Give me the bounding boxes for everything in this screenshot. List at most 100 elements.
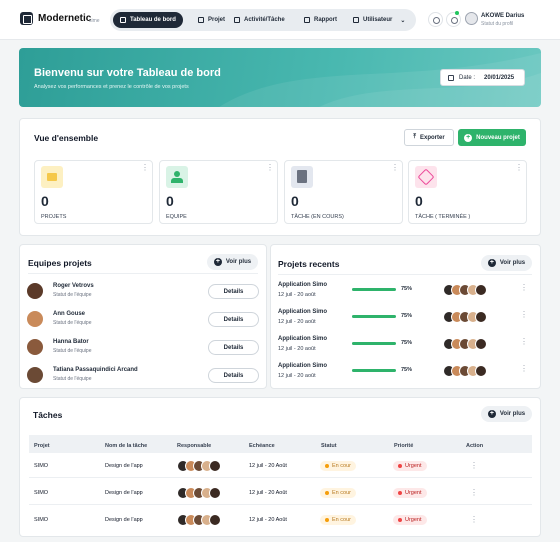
more-options-icon[interactable]	[515, 163, 523, 174]
brand-subtitle: sime	[89, 18, 100, 24]
task-icon	[234, 17, 240, 23]
report-icon	[304, 17, 310, 23]
more-options-icon[interactable]	[520, 364, 528, 375]
logo-icon	[20, 12, 33, 25]
avatar-stack	[443, 365, 489, 377]
details-button[interactable]: Details	[208, 368, 259, 383]
status-dot	[325, 491, 329, 495]
priority-dot	[398, 464, 402, 468]
more-options-icon[interactable]	[470, 515, 478, 526]
progress-percent: 75%	[401, 286, 413, 292]
task-name: Design de l'app	[105, 463, 143, 469]
avatar	[27, 367, 43, 383]
stat-card-tasks-done: 0 TÂCHE ( TERMINÉE )	[408, 160, 527, 224]
new-project-button[interactable]: + Nouveau projet	[458, 129, 526, 146]
project-name: Application Simo	[278, 282, 328, 288]
nav-users[interactable]: Utilisateur ⌄	[346, 12, 412, 28]
plus-icon: +	[487, 259, 496, 267]
details-button[interactable]: Details	[208, 284, 259, 299]
chevron-down-icon: ⌄	[400, 17, 406, 24]
main-nav: Tableau de bord Projet Activité/Tâche Ra…	[110, 9, 416, 31]
member-name: Ann Gouse	[53, 311, 86, 317]
priority-badge: Urgent	[393, 515, 427, 525]
stat-label: TÂCHE ( TERMINÉE )	[415, 214, 471, 220]
avatar	[27, 339, 43, 355]
progress-bar	[352, 288, 396, 291]
priority-badge: Urgent	[393, 461, 427, 471]
divider	[28, 273, 258, 274]
avatar	[475, 338, 487, 350]
page-title: Bienvenu sur votre Tableau de bord	[34, 67, 221, 79]
teams-see-more-button[interactable]: + Voir plus	[207, 254, 258, 270]
avatar-stack	[443, 338, 489, 350]
user-status: Statut du profil	[481, 21, 514, 27]
date-picker[interactable]: Date : 20/01/2025	[440, 69, 525, 86]
stat-value: 0	[41, 193, 49, 209]
stat-card-team: 0 EQUIPE	[159, 160, 278, 224]
column-header: Projet	[34, 443, 50, 449]
folder-icon	[41, 166, 63, 188]
more-options-icon[interactable]	[520, 337, 528, 348]
more-options-icon[interactable]	[391, 163, 399, 174]
column-header: Statut	[321, 443, 337, 449]
project-dates: 12 juil - 20 août	[278, 346, 316, 352]
status-badge: En cour	[320, 515, 356, 525]
priority-dot	[398, 491, 402, 495]
avatar	[209, 460, 221, 472]
avatar[interactable]	[465, 12, 478, 25]
progress-percent: 75%	[401, 313, 413, 319]
status-badge: En cour	[320, 461, 356, 471]
member-name: Hanna Bator	[53, 339, 89, 345]
column-header: Priorité	[394, 443, 414, 449]
progress-bar	[352, 315, 396, 318]
recent-projects-title: Projets recents	[278, 259, 340, 269]
member-role: Statut de l'équipe	[53, 320, 92, 326]
avatar	[475, 311, 487, 323]
calendar-icon	[448, 74, 454, 81]
more-options-icon[interactable]	[470, 488, 478, 499]
stat-card-projects: 0 PROJETS	[34, 160, 153, 224]
avatar	[475, 284, 487, 296]
status-dot	[325, 518, 329, 522]
more-options-icon[interactable]	[520, 283, 528, 294]
user-icon	[353, 17, 359, 23]
column-header: Echéance	[249, 443, 275, 449]
more-options-icon[interactable]	[470, 461, 478, 472]
progress-fill	[352, 369, 396, 372]
task-project: SIMO	[34, 463, 49, 469]
search-button[interactable]	[428, 12, 443, 27]
tasks-see-more-button[interactable]: + Voir plus	[481, 406, 532, 422]
status-dot	[325, 464, 329, 468]
details-button[interactable]: Details	[208, 340, 259, 355]
notification-button[interactable]	[446, 12, 461, 27]
upload-icon: ⤒	[413, 134, 416, 140]
more-options-icon[interactable]	[266, 163, 274, 174]
stat-value: 0	[166, 193, 174, 209]
member-role: Statut de l'équipe	[53, 348, 92, 354]
divider	[29, 504, 532, 505]
project-dates: 12 juil - 20 août	[278, 319, 316, 325]
details-button[interactable]: Details	[208, 312, 259, 327]
check-task-icon	[415, 166, 437, 188]
project-dates: 12 juil - 20 août	[278, 292, 316, 298]
more-options-icon[interactable]	[520, 310, 528, 321]
folder-icon	[198, 17, 204, 23]
export-button[interactable]: ⤒ Exporter	[404, 129, 454, 146]
avatar	[27, 283, 43, 299]
member-name: Tatiana Passaquindici Arcand	[53, 367, 138, 373]
nav-report[interactable]: Rapport	[297, 12, 344, 28]
top-bar: Modernetic sime Tableau de bord Projet A…	[0, 0, 560, 40]
progress-percent: 75%	[401, 367, 413, 373]
nav-dashboard[interactable]: Tableau de bord	[113, 12, 183, 28]
task-name: Design de l'app	[105, 490, 143, 496]
nav-activity[interactable]: Activité/Tâche	[227, 12, 292, 28]
avatar-stack	[443, 311, 489, 323]
stat-label: EQUIPE	[166, 214, 187, 220]
project-name: Application Simo	[278, 309, 328, 315]
stat-label: TÂCHE (EN COURS)	[291, 214, 344, 220]
nav-project[interactable]: Projet	[191, 12, 232, 28]
task-project: SIMO	[34, 490, 49, 496]
recent-see-more-button[interactable]: + Voir plus	[481, 255, 532, 271]
more-options-icon[interactable]	[141, 163, 149, 174]
avatar-stack	[177, 460, 223, 472]
